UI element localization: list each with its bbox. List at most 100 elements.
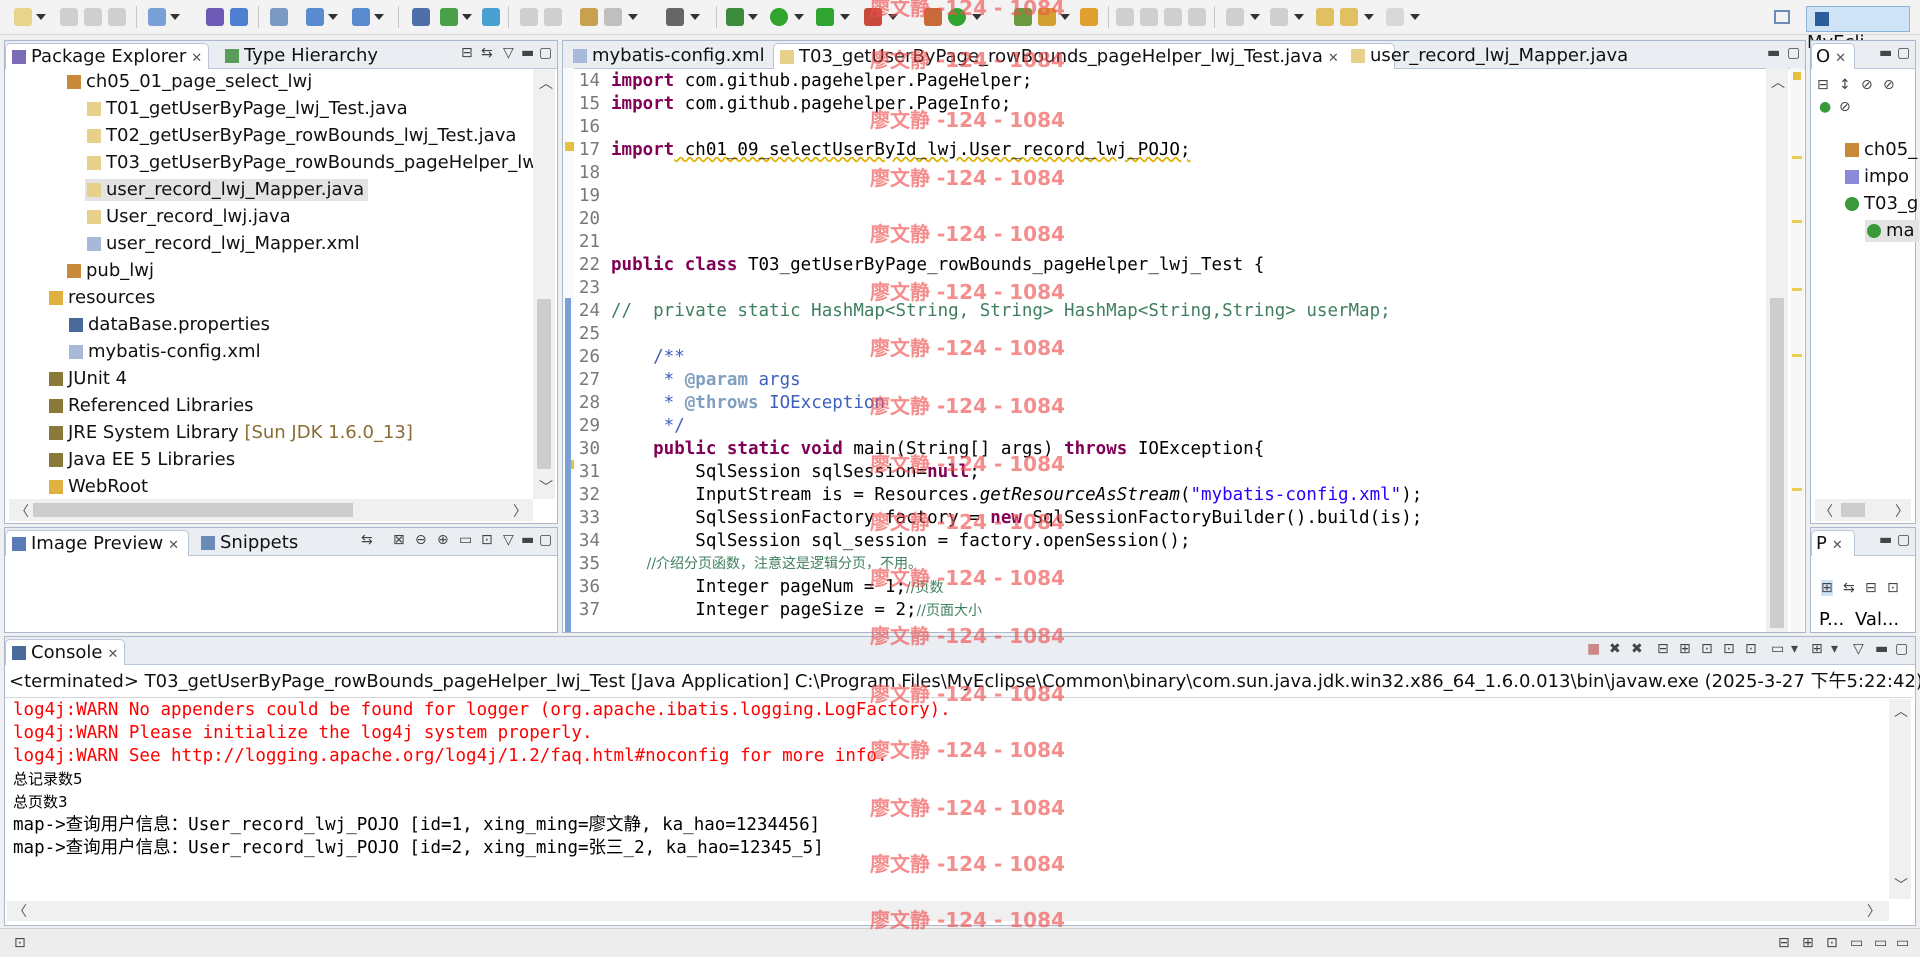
- column-property[interactable]: P...: [1819, 608, 1844, 632]
- tree-item-java-file[interactable]: User_record_lwj.java: [87, 206, 291, 228]
- close-icon[interactable]: ✕: [168, 533, 179, 558]
- build-dropdown-icon[interactable]: [462, 14, 472, 20]
- tree-item-java-file[interactable]: T01_getUserByPage_lwj_Test.java: [87, 98, 408, 120]
- open-type-icon[interactable]: [352, 8, 370, 26]
- code-editor[interactable]: 14 import com.github.pagehelper.PageHelpe…: [565, 70, 1760, 632]
- class-icon[interactable]: [230, 8, 248, 26]
- warning-marker[interactable]: [1792, 354, 1802, 357]
- camera-icon[interactable]: [666, 8, 684, 26]
- close-icon[interactable]: ✕: [191, 46, 202, 71]
- server-icon[interactable]: [270, 8, 288, 26]
- zoom-out-icon[interactable]: ⊖: [415, 532, 427, 548]
- open-type-dropdown-icon[interactable]: [374, 14, 384, 20]
- save-icon[interactable]: [60, 8, 78, 26]
- collapse-all-icon[interactable]: ⊟: [461, 45, 473, 61]
- fast-view-icon[interactable]: ⊡: [14, 935, 26, 951]
- outline-horizontal-scrollbar[interactable]: 〈 〉: [1815, 499, 1911, 521]
- pencil-dropdown-icon[interactable]: [1060, 14, 1070, 20]
- actual-size-icon[interactable]: ▭: [459, 532, 472, 548]
- tree-item-folder[interactable]: WebRoot: [49, 476, 148, 498]
- tab-type-hierarchy[interactable]: Type Hierarchy: [219, 43, 378, 68]
- external-tools-icon[interactable]: [864, 8, 882, 26]
- print-icon[interactable]: [108, 8, 126, 26]
- view-menu-icon[interactable]: ▽: [1853, 641, 1864, 657]
- new-dropdown-icon[interactable]: [36, 14, 46, 20]
- mark-occurrences-icon[interactable]: [1140, 8, 1158, 26]
- reset-zoom-icon[interactable]: ⊡: [481, 532, 493, 548]
- outline-item-imports[interactable]: impo: [1845, 166, 1909, 188]
- outline-item-method[interactable]: ma: [1865, 220, 1919, 242]
- tab-package-explorer[interactable]: Package Explorer ✕: [5, 43, 209, 69]
- maximize-icon[interactable]: ▢: [1787, 45, 1800, 61]
- maximize-icon[interactable]: ▢: [1895, 641, 1908, 657]
- back-dropdown-icon[interactable]: [1364, 14, 1374, 20]
- toggle-block-icon[interactable]: [1164, 8, 1182, 26]
- trim-icon[interactable]: ▭: [1874, 935, 1887, 951]
- close-icon[interactable]: ✕: [107, 642, 118, 667]
- maximize-icon[interactable]: ▢: [539, 45, 552, 61]
- tree-item-selected-java-file[interactable]: user_record_lwj_Mapper.java: [85, 179, 369, 201]
- web-project-icon[interactable]: [412, 8, 430, 26]
- tab-outline[interactable]: O ✕: [1811, 43, 1855, 69]
- tab-t03-test[interactable]: T03_getUserByPage_rowBounds_pageHelper_l…: [773, 43, 1395, 69]
- link-editor-icon[interactable]: ⇆: [481, 45, 493, 61]
- fit-icon[interactable]: ⊠: [393, 532, 405, 548]
- remove-launch-icon[interactable]: ✖: [1609, 641, 1621, 657]
- close-icon[interactable]: ✕: [1832, 533, 1843, 558]
- scroll-thumb[interactable]: [1841, 503, 1865, 517]
- scroll-left-icon[interactable]: 〈: [1819, 501, 1833, 521]
- next-annotation-dropdown-icon[interactable]: [1250, 14, 1260, 20]
- tree-item-xml-file[interactable]: user_record_lwj_Mapper.xml: [87, 233, 360, 255]
- horizontal-scrollbar[interactable]: 〈 〉: [9, 499, 533, 521]
- zoom-in-icon[interactable]: ⊕: [437, 532, 449, 548]
- tab-image-preview[interactable]: Image Preview ✕: [5, 530, 189, 556]
- scroll-up-icon[interactable]: ︿: [1894, 701, 1908, 721]
- bulb-icon[interactable]: [1080, 8, 1098, 26]
- minimize-icon[interactable]: ▬: [1875, 641, 1888, 657]
- remove-all-icon[interactable]: ✖: [1631, 641, 1643, 657]
- link-icon[interactable]: ⇆: [361, 532, 373, 548]
- trim-icon[interactable]: ▭: [1850, 935, 1863, 951]
- hide-local-types-icon[interactable]: ⊘: [1839, 99, 1851, 115]
- tool-icon[interactable]: [580, 8, 598, 26]
- warning-marker[interactable]: [1792, 220, 1802, 223]
- warning-marker[interactable]: [1792, 288, 1802, 291]
- scroll-down-icon[interactable]: ﹀: [1894, 875, 1908, 895]
- minimize-icon[interactable]: ▬: [521, 532, 534, 548]
- forward-dropdown-icon[interactable]: [1410, 14, 1420, 20]
- display-console-dropdown-icon[interactable]: ▾: [1791, 641, 1798, 657]
- minimize-icon[interactable]: ▬: [1767, 45, 1780, 61]
- open-perspective-icon[interactable]: [1774, 10, 1790, 24]
- scroll-left-icon[interactable]: 〈: [15, 501, 29, 521]
- next-annotation-icon[interactable]: [1226, 8, 1244, 26]
- tree-item-library[interactable]: Referenced Libraries: [49, 395, 254, 417]
- close-icon[interactable]: ✕: [1328, 46, 1339, 71]
- show-whitespace-icon[interactable]: [1188, 8, 1206, 26]
- maximize-icon[interactable]: ▢: [1897, 45, 1910, 61]
- tree-item-library[interactable]: Java EE 5 Libraries: [49, 449, 235, 471]
- categories-icon[interactable]: ⊞: [1821, 580, 1833, 596]
- new-project-icon[interactable]: [148, 8, 166, 26]
- view-menu-icon[interactable]: ▽: [503, 45, 514, 61]
- display-console-icon[interactable]: ▭: [1771, 641, 1784, 657]
- tab-console[interactable]: Console ✕: [5, 639, 125, 665]
- scroll-right-icon[interactable]: 〉: [513, 501, 527, 521]
- scroll-right-icon[interactable]: 〉: [1895, 501, 1909, 521]
- warning-marker[interactable]: [1792, 156, 1802, 159]
- tab-mybatis-config[interactable]: mybatis-config.xml: [567, 43, 765, 68]
- package-icon[interactable]: [206, 8, 224, 26]
- trim-icon[interactable]: ⊞: [1802, 935, 1814, 951]
- hide-static-icon[interactable]: ⊘: [1883, 77, 1895, 93]
- refresh-icon[interactable]: [948, 8, 966, 26]
- debug-dropdown-icon[interactable]: [748, 14, 758, 20]
- restore-default-icon[interactable]: ⊡: [1887, 580, 1899, 596]
- scroll-right-icon[interactable]: 〉: [1867, 901, 1881, 921]
- tree-item-java-file[interactable]: T03_getUserByPage_rowBounds_pageHelper_l…: [87, 152, 551, 174]
- show-on-output-icon[interactable]: ⊡: [1701, 641, 1713, 657]
- annotation-icon[interactable]: [1116, 8, 1134, 26]
- trim-icon[interactable]: ▭: [1896, 935, 1909, 951]
- build-icon[interactable]: [440, 8, 458, 26]
- open-folder-icon[interactable]: [1014, 8, 1032, 26]
- maximize-icon[interactable]: ▢: [1897, 532, 1910, 548]
- outline-item-package[interactable]: ch05_: [1845, 139, 1917, 161]
